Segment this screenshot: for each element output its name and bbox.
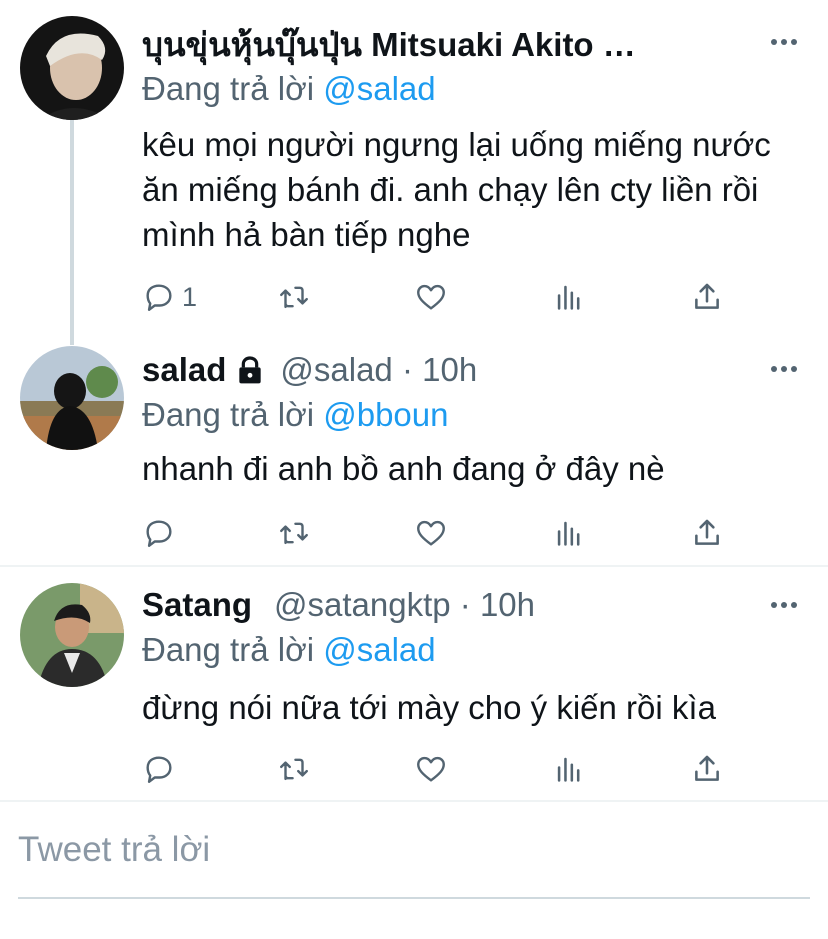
analytics-icon — [557, 285, 580, 310]
replying-prefix: Đang trả lời — [142, 70, 315, 107]
compose-underline — [18, 897, 810, 899]
avatar-photo — [20, 583, 124, 687]
share-button[interactable] — [690, 513, 724, 553]
replying-to: Đang trả lời @salad — [142, 70, 436, 108]
retweet-button[interactable] — [277, 513, 311, 553]
avatar-photo — [20, 16, 124, 120]
retweet-icon — [280, 286, 308, 309]
replying-prefix: Đang trả lời — [142, 396, 315, 433]
action-bar — [142, 749, 742, 789]
analytics-button[interactable] — [552, 749, 586, 789]
like-button[interactable] — [414, 749, 448, 789]
action-bar — [142, 513, 742, 553]
reply-icon — [146, 756, 172, 783]
avatar-photo — [20, 346, 124, 450]
like-icon — [417, 284, 445, 310]
share-button[interactable] — [690, 749, 724, 789]
replying-prefix: Đang trả lời — [142, 631, 315, 668]
avatar[interactable] — [20, 346, 124, 450]
share-icon — [695, 283, 719, 309]
share-button[interactable] — [690, 277, 724, 317]
avatar[interactable] — [20, 583, 124, 687]
share-icon — [695, 755, 719, 781]
reply-compose-input[interactable]: Tweet trả lời — [18, 830, 210, 870]
more-icon[interactable] — [770, 38, 798, 46]
tweet-header: Satang @satangktp · 10h — [142, 583, 768, 627]
retweet-icon — [280, 758, 308, 781]
analytics-button[interactable] — [552, 513, 586, 553]
reply-button[interactable] — [142, 749, 182, 789]
tweet-text: kêu mọi người ngưng lại uống miếng nước … — [142, 126, 771, 253]
share-icon — [695, 519, 719, 545]
tweet-text: đừng nói nữa tới mày cho ý kiến rồi kìa — [142, 689, 716, 726]
tweet-header: salad @salad · 10h — [142, 348, 768, 392]
reply-count: 1 — [182, 281, 198, 312]
action-bar: 1 — [142, 277, 742, 317]
reply-button[interactable] — [142, 513, 182, 553]
analytics-button[interactable] — [552, 277, 586, 317]
mention-link[interactable]: @salad — [323, 631, 435, 668]
like-button[interactable] — [414, 513, 448, 553]
retweet-button[interactable] — [277, 749, 311, 789]
author-meta: @satangktp · 10h — [274, 586, 536, 623]
author-name[interactable]: บุนขุ่นหุ้นบุ๊นปุ่น Mitsuaki Akito … — [142, 22, 636, 66]
retweet-button[interactable] — [277, 277, 311, 317]
mention-link[interactable]: @salad — [323, 70, 435, 107]
thread-line — [70, 120, 74, 345]
author-name[interactable]: Satang — [142, 586, 252, 624]
author-meta: @salad · 10h — [280, 351, 478, 388]
reply-icon — [146, 284, 172, 311]
replying-to: Đang trả lời @salad — [142, 631, 436, 669]
tweet-text: nhanh đi anh bồ anh đang ở đây nè — [142, 450, 665, 487]
reply-button[interactable]: 1 — [142, 277, 197, 317]
tweet-3[interactable]: Satang @satangktp · 10h Đang trả lời @sa… — [0, 567, 828, 800]
reply-icon — [146, 520, 172, 547]
more-icon[interactable] — [770, 601, 798, 609]
replying-to: Đang trả lời @bboun — [142, 396, 448, 434]
more-icon[interactable] — [770, 365, 798, 373]
divider — [0, 800, 828, 802]
lock-icon — [239, 356, 262, 384]
retweet-icon — [280, 522, 308, 545]
analytics-icon — [557, 757, 580, 782]
like-icon — [417, 756, 445, 782]
analytics-icon — [557, 521, 580, 546]
like-icon — [417, 520, 445, 546]
tweet-header: บุนขุ่นหุ้นบุ๊นปุ่น Mitsuaki Akito … — [142, 22, 768, 66]
mention-link[interactable]: @bboun — [323, 396, 448, 433]
tweet-1[interactable]: บุนขุ่นหุ้นบุ๊นปุ่น Mitsuaki Akito … Đan… — [0, 0, 828, 345]
like-button[interactable] — [414, 277, 448, 317]
author-name[interactable]: salad — [142, 351, 226, 389]
avatar[interactable] — [20, 16, 124, 120]
tweet-2[interactable]: salad @salad · 10h Đang trả lời @bboun n… — [0, 340, 828, 565]
